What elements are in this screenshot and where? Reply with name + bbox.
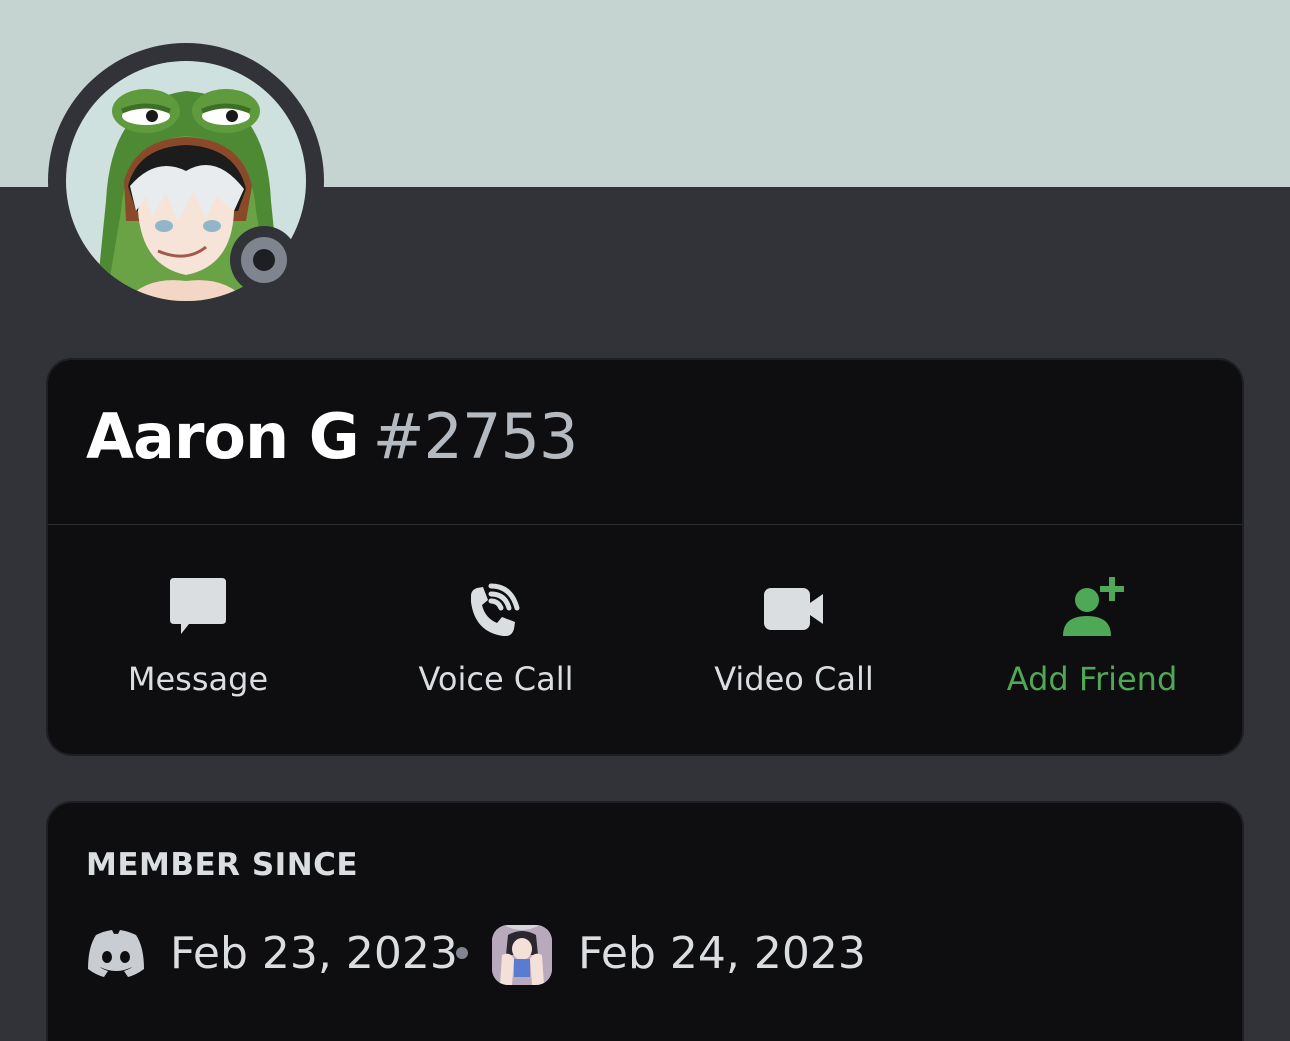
profile-info-card: Aaron G #2753 Message Voice Call Video C… (46, 358, 1244, 756)
voice-call-button[interactable]: Voice Call (346, 560, 646, 710)
video-call-button[interactable]: Video Call (644, 560, 944, 710)
add-friend-icon (1063, 577, 1124, 636)
server-icon[interactable] (492, 925, 552, 985)
user-profile-sheet: Aaron G #2753 Message Voice Call Video C… (0, 0, 1290, 1041)
voice-call-label: Voice Call (418, 660, 574, 698)
message-icon (170, 578, 226, 634)
phone-icon (471, 583, 520, 636)
discord-logo-icon (88, 930, 144, 977)
member-since-card: MEMBER SINCE Feb 23, 2023 Feb 24, 2023 (46, 801, 1244, 1041)
video-call-label: Video Call (714, 660, 874, 698)
add-friend-button[interactable]: Add Friend (942, 560, 1242, 710)
discord-member-since-date: Feb 23, 2023 (170, 928, 458, 979)
member-since-title: MEMBER SINCE (86, 847, 359, 883)
status-indicator-hole (253, 249, 275, 271)
add-friend-label: Add Friend (1006, 660, 1178, 698)
discriminator: #2753 (372, 400, 579, 473)
display-name: Aaron G (86, 400, 360, 473)
server-avatar-image (492, 925, 552, 985)
message-button[interactable]: Message (48, 560, 348, 710)
profile-actions: Message Voice Call Video Call Add Friend (48, 560, 1242, 710)
username-row: Aaron G #2753 (86, 400, 579, 473)
message-label: Message (127, 660, 269, 698)
separator-dot (456, 947, 468, 959)
video-camera-icon (764, 588, 823, 630)
divider (48, 524, 1242, 525)
server-member-since-date: Feb 24, 2023 (578, 928, 866, 979)
